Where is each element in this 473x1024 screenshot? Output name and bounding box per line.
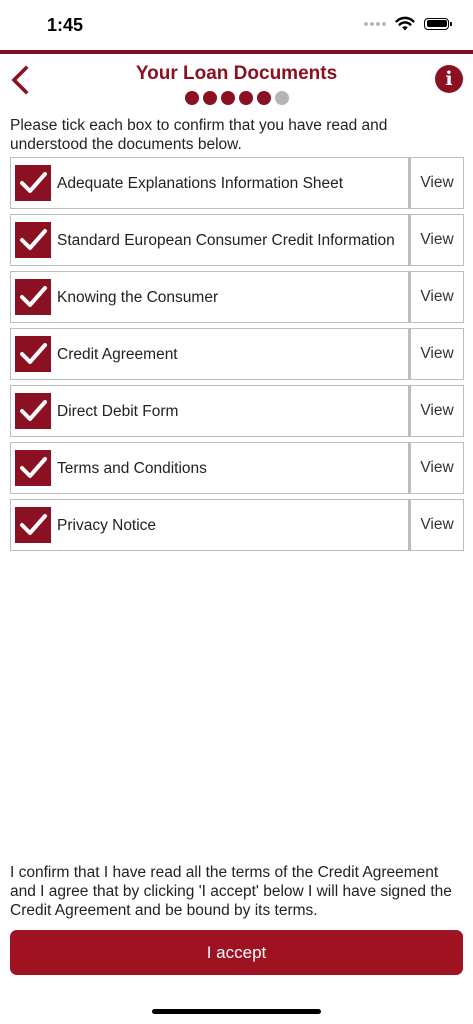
document-row: Standard European Consumer Credit Inform… [10, 214, 464, 266]
view-document-button[interactable]: View [409, 328, 464, 380]
document-checkbox[interactable] [15, 450, 51, 486]
document-row: Credit Agreement View [10, 328, 464, 380]
document-item: Adequate Explanations Information Sheet [10, 157, 409, 209]
document-item: Privacy Notice [10, 499, 409, 551]
document-row: Adequate Explanations Information Sheet V… [10, 157, 464, 209]
document-label: Privacy Notice [57, 516, 157, 534]
accept-button[interactable]: I accept [10, 930, 463, 975]
checkmark-icon [20, 343, 47, 364]
progress-dot-pending [274, 91, 289, 105]
checkmark-icon [20, 457, 47, 478]
status-bar: 1:45 [0, 0, 473, 50]
wifi-icon [395, 16, 415, 31]
view-document-button[interactable]: View [409, 271, 464, 323]
home-indicator [152, 1009, 321, 1014]
document-item: Credit Agreement [10, 328, 409, 380]
document-row: Terms and Conditions View [10, 442, 464, 494]
document-item: Terms and Conditions [10, 442, 409, 494]
document-label: Credit Agreement [57, 345, 178, 363]
view-document-button[interactable]: View [409, 442, 464, 494]
document-checkbox[interactable] [15, 507, 51, 543]
checkmark-icon [20, 229, 47, 250]
info-button[interactable]: i [435, 65, 463, 93]
document-checkbox[interactable] [15, 393, 51, 429]
document-item: Knowing the Consumer [10, 271, 409, 323]
progress-dot-complete [202, 91, 217, 105]
document-label: Adequate Explanations Information Sheet [57, 174, 344, 192]
page-title: Your Loan Documents [135, 63, 338, 84]
info-icon: i [445, 68, 453, 90]
status-icons [364, 16, 452, 31]
document-label: Direct Debit Form [57, 402, 179, 420]
progress-dot-complete [184, 91, 199, 105]
document-list: Adequate Explanations Information Sheet V… [10, 157, 464, 556]
document-label: Standard European Consumer Credit Inform… [57, 231, 395, 249]
cellular-signal-icon [364, 21, 386, 26]
view-document-button[interactable]: View [409, 157, 464, 209]
header: Your Loan Documents i [0, 54, 473, 112]
progress-dot-complete [256, 91, 271, 105]
document-item: Direct Debit Form [10, 385, 409, 437]
confirmation-text: I confirm that I have read all the terms… [10, 864, 452, 919]
document-row: Privacy Notice View [10, 499, 464, 551]
document-row: Knowing the Consumer View [10, 271, 464, 323]
progress-indicator [0, 91, 473, 105]
document-checkbox[interactable] [15, 222, 51, 258]
view-document-button[interactable]: View [409, 385, 464, 437]
document-label: Knowing the Consumer [57, 288, 219, 306]
checkmark-icon [20, 400, 47, 421]
document-checkbox[interactable] [15, 336, 51, 372]
progress-dot-complete [238, 91, 253, 105]
progress-dot-complete [220, 91, 235, 105]
document-checkbox[interactable] [15, 279, 51, 315]
document-item: Standard European Consumer Credit Inform… [10, 214, 409, 266]
view-document-button[interactable]: View [409, 214, 464, 266]
checkmark-icon [20, 286, 47, 307]
checkmark-icon [20, 514, 47, 535]
document-checkbox[interactable] [15, 165, 51, 201]
battery-icon [424, 17, 452, 30]
document-label: Terms and Conditions [57, 459, 207, 477]
document-row: Direct Debit Form View [10, 385, 464, 437]
view-document-button[interactable]: View [409, 499, 464, 551]
instruction-text: Please tick each box to confirm that you… [10, 117, 388, 153]
status-time: 1:45 [47, 15, 84, 35]
checkmark-icon [20, 172, 47, 193]
